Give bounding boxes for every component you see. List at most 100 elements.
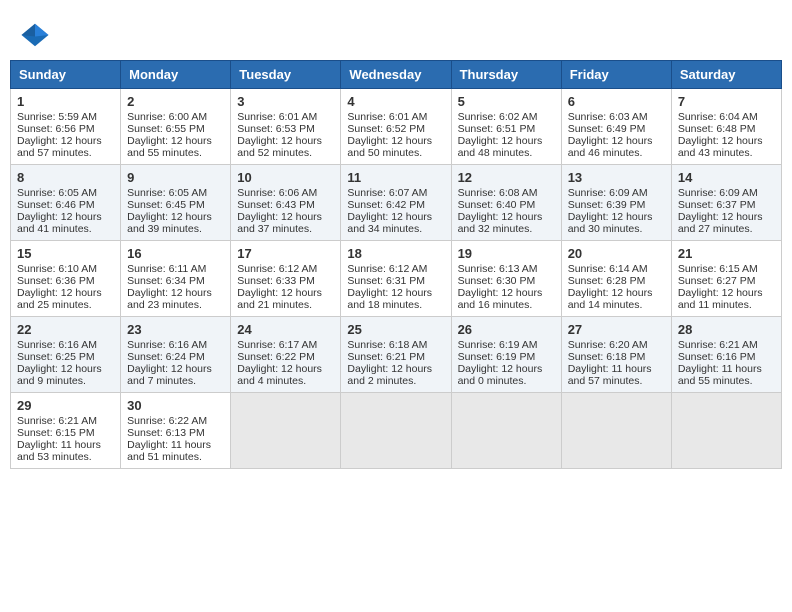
day-number: 2 [127, 94, 224, 109]
day-info: Sunset: 6:53 PM [237, 123, 315, 135]
day-info: Sunrise: 6:15 AM [678, 263, 758, 275]
day-number: 27 [568, 322, 665, 337]
day-info: Sunrise: 6:14 AM [568, 263, 648, 275]
day-info: Daylight: 12 hours [17, 363, 102, 375]
day-info: Daylight: 12 hours [127, 287, 212, 299]
day-info: Sunrise: 6:10 AM [17, 263, 97, 275]
day-info: Daylight: 12 hours [127, 363, 212, 375]
day-info: Sunrise: 6:00 AM [127, 111, 207, 123]
day-info: Sunset: 6:42 PM [347, 199, 425, 211]
day-info: and 4 minutes. [237, 375, 306, 387]
day-info: Sunset: 6:19 PM [458, 351, 536, 363]
day-info: Daylight: 12 hours [127, 135, 212, 147]
day-info: and 32 minutes. [458, 223, 533, 235]
day-info: Sunrise: 6:17 AM [237, 339, 317, 351]
logo [20, 20, 54, 50]
calendar-cell: 15Sunrise: 6:10 AMSunset: 6:36 PMDayligh… [11, 241, 121, 317]
day-info: and 52 minutes. [237, 147, 312, 159]
day-info: and 14 minutes. [568, 299, 643, 311]
day-info: and 18 minutes. [347, 299, 422, 311]
day-info: Daylight: 11 hours [127, 439, 211, 451]
day-info: Sunset: 6:13 PM [127, 427, 205, 439]
day-number: 18 [347, 246, 444, 261]
calendar-cell: 23Sunrise: 6:16 AMSunset: 6:24 PMDayligh… [121, 317, 231, 393]
day-number: 21 [678, 246, 775, 261]
calendar-cell: 6Sunrise: 6:03 AMSunset: 6:49 PMDaylight… [561, 89, 671, 165]
day-info: Sunset: 6:52 PM [347, 123, 425, 135]
day-header-wednesday: Wednesday [341, 61, 451, 89]
day-info: Sunrise: 6:02 AM [458, 111, 538, 123]
day-info: Daylight: 11 hours [678, 363, 762, 375]
day-info: Sunset: 6:39 PM [568, 199, 646, 211]
day-info: Sunset: 6:25 PM [17, 351, 95, 363]
day-number: 5 [458, 94, 555, 109]
day-info: and 30 minutes. [568, 223, 643, 235]
day-info: Daylight: 11 hours [17, 439, 101, 451]
day-info: and 55 minutes. [127, 147, 202, 159]
calendar-cell: 18 Sunrise: 6:12 AMSunset: 6:31 PMDayligh… [341, 241, 451, 317]
calendar-cell: 30Sunrise: 6:22 AMSunset: 6:13 PMDayligh… [121, 393, 231, 469]
day-info: and 25 minutes. [17, 299, 92, 311]
day-info: Daylight: 12 hours [17, 135, 102, 147]
calendar-cell: 17Sunrise: 6:12 AMSunset: 6:33 PMDayligh… [231, 241, 341, 317]
calendar-cell: 7Sunrise: 6:04 AMSunset: 6:48 PMDaylight… [671, 89, 781, 165]
day-info: Sunrise: 6:21 AM [678, 339, 758, 351]
day-number: 1 [17, 94, 114, 109]
calendar-cell [231, 393, 341, 469]
day-info: and 50 minutes. [347, 147, 422, 159]
calendar-cell: 3Sunrise: 6:01 AMSunset: 6:53 PMDaylight… [231, 89, 341, 165]
day-info: Sunrise: 6:12 AM [347, 263, 427, 275]
calendar-cell: 10Sunrise: 6:06 AMSunset: 6:43 PMDayligh… [231, 165, 341, 241]
day-info: Sunrise: 5:59 AM [17, 111, 97, 123]
calendar-cell: 29Sunrise: 6:21 AMSunset: 6:15 PMDayligh… [11, 393, 121, 469]
calendar-cell: 2Sunrise: 6:00 AMSunset: 6:55 PMDaylight… [121, 89, 231, 165]
day-info: Daylight: 12 hours [237, 135, 322, 147]
day-number: 11 [347, 170, 444, 185]
day-info: and 51 minutes. [127, 451, 202, 463]
day-info: Sunrise: 6:18 AM [347, 339, 427, 351]
day-number: 13 [568, 170, 665, 185]
day-info: Sunset: 6:31 PM [347, 275, 425, 287]
calendar-cell [671, 393, 781, 469]
calendar-cell [451, 393, 561, 469]
calendar-cell: 16Sunrise: 6:11 AMSunset: 6:34 PMDayligh… [121, 241, 231, 317]
day-number: 10 [237, 170, 334, 185]
day-info: and 34 minutes. [347, 223, 422, 235]
day-info: Sunset: 6:51 PM [458, 123, 536, 135]
day-number: 4 [347, 94, 444, 109]
day-info: and 16 minutes. [458, 299, 533, 311]
day-info: Sunset: 6:18 PM [568, 351, 646, 363]
day-info: Sunset: 6:27 PM [678, 275, 756, 287]
day-info: Sunrise: 6:01 AM [237, 111, 317, 123]
day-number: 12 [458, 170, 555, 185]
day-number: 7 [678, 94, 775, 109]
day-info: Sunset: 6:24 PM [127, 351, 205, 363]
day-info: Daylight: 12 hours [568, 135, 653, 147]
calendar-cell: 13Sunrise: 6:09 AMSunset: 6:39 PMDayligh… [561, 165, 671, 241]
day-info: Daylight: 12 hours [347, 287, 432, 299]
day-info: and 21 minutes. [237, 299, 312, 311]
calendar-cell: 8Sunrise: 6:05 AMSunset: 6:46 PMDaylight… [11, 165, 121, 241]
calendar-cell: 26Sunrise: 6:19 AMSunset: 6:19 PMDayligh… [451, 317, 561, 393]
day-info: Daylight: 12 hours [237, 211, 322, 223]
day-info: Sunrise: 6:22 AM [127, 415, 207, 427]
day-info: Daylight: 12 hours [678, 211, 763, 223]
day-header-saturday: Saturday [671, 61, 781, 89]
day-info: Daylight: 12 hours [237, 287, 322, 299]
day-info: Sunrise: 6:11 AM [127, 263, 206, 275]
day-info: Sunrise: 6:09 AM [568, 187, 648, 199]
day-info: and 43 minutes. [678, 147, 753, 159]
day-number: 26 [458, 322, 555, 337]
day-info: and 0 minutes. [458, 375, 527, 387]
day-header-friday: Friday [561, 61, 671, 89]
day-info: and 41 minutes. [17, 223, 92, 235]
calendar-cell: 25Sunrise: 6:18 AMSunset: 6:21 PMDayligh… [341, 317, 451, 393]
day-info: Daylight: 12 hours [678, 135, 763, 147]
day-number: 22 [17, 322, 114, 337]
day-info: Daylight: 12 hours [127, 211, 212, 223]
day-info: Sunset: 6:28 PM [568, 275, 646, 287]
logo-icon [20, 20, 50, 50]
day-number: 14 [678, 170, 775, 185]
day-info: Daylight: 12 hours [678, 287, 763, 299]
day-header-sunday: Sunday [11, 61, 121, 89]
